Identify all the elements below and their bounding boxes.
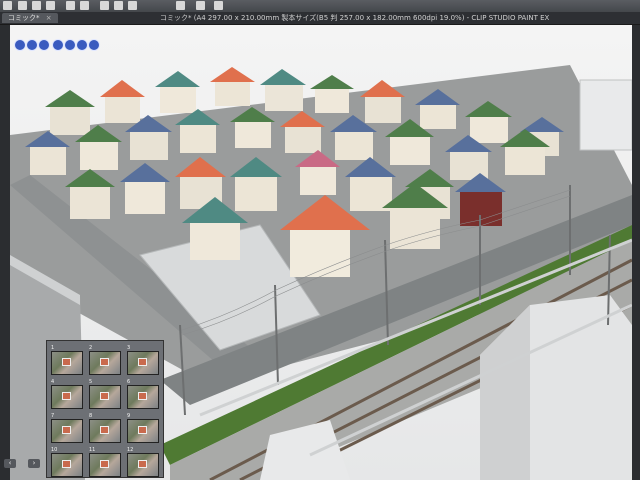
- page-preview: [51, 453, 83, 477]
- page-preview: [89, 351, 121, 375]
- thumbnail-page[interactable]: 8: [89, 413, 121, 443]
- thumbnail-page[interactable]: 5: [89, 379, 121, 409]
- thumbnail-page[interactable]: 2: [89, 345, 121, 375]
- document-tab-label: コミック*: [8, 14, 40, 22]
- move-object-icon[interactable]: [14, 39, 26, 51]
- apartment-building: [579, 79, 632, 151]
- page-preview: [51, 419, 83, 443]
- settings-icon[interactable]: [196, 1, 205, 10]
- hand-icon[interactable]: [128, 1, 137, 10]
- thumbnail-page[interactable]: 3: [127, 345, 159, 375]
- page-preview: [51, 351, 83, 375]
- document-tab[interactable]: コミック* ×: [2, 13, 58, 23]
- page-preview: [127, 385, 159, 409]
- page-preview: [51, 385, 83, 409]
- thumbnail-page[interactable]: 6: [127, 379, 159, 409]
- tab-close-icon[interactable]: ×: [46, 14, 52, 22]
- pan-camera-icon[interactable]: [38, 39, 50, 51]
- rotate-icon[interactable]: [176, 1, 185, 10]
- document-titlebar: コミック* × コミック* (A4 297.00 x 210.00mm 製本サイ…: [0, 12, 640, 25]
- page-preview: [127, 351, 159, 375]
- thumbnail-page[interactable]: 10: [51, 447, 83, 477]
- zoom-icon[interactable]: [114, 1, 123, 10]
- move-icon[interactable]: [100, 1, 109, 10]
- page-preview: [89, 419, 121, 443]
- dolly-icon[interactable]: [52, 39, 64, 51]
- help-icon[interactable]: [214, 1, 223, 10]
- menu-icon[interactable]: [3, 1, 12, 10]
- left-panel-strip: [0, 25, 10, 480]
- next-page-button[interactable]: ›: [28, 459, 40, 468]
- undo-icon[interactable]: [66, 1, 75, 10]
- thumbnail-page[interactable]: 1: [51, 345, 83, 375]
- thumbnail-page[interactable]: 4: [51, 379, 83, 409]
- rotate-object-icon[interactable]: [64, 39, 76, 51]
- page-preview: [127, 453, 159, 477]
- thumbnail-page[interactable]: 9: [127, 413, 159, 443]
- page-thumbnail-panel: 1 2 3 4 5 6 7 8 9 10 11 12: [46, 340, 164, 478]
- thumbnail-navigation: ‹ ›: [0, 458, 46, 470]
- open-icon[interactable]: [32, 1, 41, 10]
- new-icon[interactable]: [18, 1, 27, 10]
- thumbnail-page[interactable]: 7: [51, 413, 83, 443]
- page-preview: [127, 419, 159, 443]
- rotate-camera-icon[interactable]: [26, 39, 38, 51]
- move-plane-icon[interactable]: [76, 39, 88, 51]
- thumbnail-page[interactable]: 12: [127, 447, 159, 477]
- page-preview: [89, 453, 121, 477]
- thumbnail-page[interactable]: 11: [89, 447, 121, 477]
- save-icon[interactable]: [46, 1, 55, 10]
- scale-object-icon[interactable]: [88, 39, 100, 51]
- prev-page-button[interactable]: ‹: [4, 459, 16, 468]
- redo-icon[interactable]: [80, 1, 89, 10]
- right-panel-strip: [632, 25, 640, 480]
- page-preview: [89, 385, 121, 409]
- window-title: コミック* (A4 297.00 x 210.00mm 製本サイズ(B5 判 2…: [160, 14, 550, 22]
